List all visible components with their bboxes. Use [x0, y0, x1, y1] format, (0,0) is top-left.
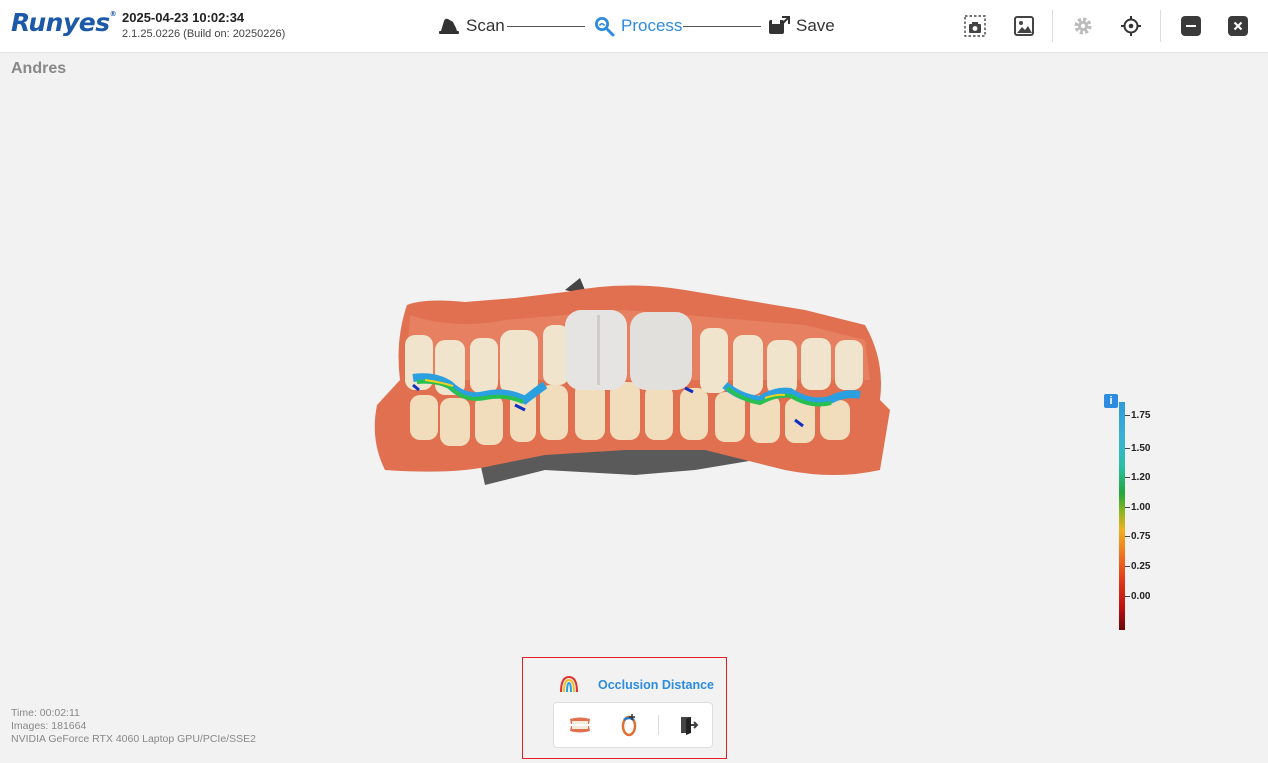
scale-label: 0.25: [1131, 561, 1151, 572]
toolbar-divider: [1160, 10, 1161, 42]
step-scan-label: Scan: [466, 16, 505, 35]
session-datetime: 2025-04-23 10:02:34: [122, 10, 245, 25]
close-icon[interactable]: [1227, 15, 1249, 37]
occlusion-distance-title: Occlusion Distance: [598, 678, 715, 692]
patient-name: Andres: [11, 60, 67, 77]
process-search-icon: [593, 15, 615, 37]
scale-label: 1.75: [1131, 410, 1151, 421]
target-icon[interactable]: [1120, 15, 1142, 37]
step-connector: [683, 26, 761, 27]
scan-status-info: Time: 00:02:11 Images: 181664 NVIDIA GeF…: [11, 707, 256, 746]
settings-icon[interactable]: [1072, 15, 1094, 37]
scale-tick: [1125, 477, 1130, 478]
info-icon[interactable]: i: [1104, 394, 1118, 408]
occlusion-distance-panel: Occlusion Distance: [522, 657, 727, 759]
scale-label: 1.20: [1131, 472, 1151, 483]
scale-tick: [1125, 536, 1130, 537]
scan-time: Time: 00:02:11: [11, 707, 80, 719]
toolbar-divider: [1052, 10, 1053, 42]
step-scan[interactable]: Scan: [438, 14, 505, 38]
save-export-icon: [768, 16, 790, 36]
software-version: 2.1.25.0226 (Build on: 20250226): [122, 28, 286, 40]
occlusion-arch-icon: [559, 675, 579, 698]
step-process[interactable]: Process: [593, 14, 682, 38]
top-bar: Runyes® 2025-04-23 10:02:34 2.1.25.0226 …: [0, 0, 1268, 52]
scale-tick: [1125, 507, 1130, 508]
step-save[interactable]: Save: [768, 14, 835, 38]
occlusion-toolbar: [553, 702, 713, 748]
runyes-logo: Runyes®: [11, 8, 117, 37]
scale-label: 1.50: [1131, 443, 1151, 454]
scale-label: 1.00: [1131, 502, 1151, 513]
scale-tick: [1125, 596, 1130, 597]
step-save-label: Save: [796, 16, 835, 35]
gallery-icon[interactable]: [1013, 15, 1035, 37]
toolbar-divider: [658, 715, 659, 735]
exit-icon[interactable]: [677, 713, 701, 737]
gpu-info: NVIDIA GeForce RTX 4060 Laptop GPU/PCIe/…: [11, 733, 256, 745]
scale-tick: [1125, 448, 1130, 449]
screenshot-icon[interactable]: [964, 15, 986, 37]
scanner-icon: [438, 17, 460, 35]
occlusion-view-icon[interactable]: [568, 713, 592, 737]
scale-tick: [1125, 566, 1130, 567]
step-process-label: Process: [621, 16, 683, 35]
scale-label: 0.75: [1131, 531, 1151, 542]
scale-tick: [1125, 415, 1130, 416]
occlusion-color-scale: i 1.75 1.50 1.20 1.00 0.75 0.25 0.00: [1100, 394, 1170, 634]
minimize-icon[interactable]: [1180, 15, 1202, 37]
scale-label: 0.00: [1131, 591, 1151, 602]
bite-rotate-icon[interactable]: [617, 713, 641, 737]
logo-registered-mark: ®: [109, 10, 117, 18]
logo-text: Runyes: [11, 8, 110, 37]
image-count: Images: 181664: [11, 720, 87, 732]
dental-scan-model[interactable]: [365, 270, 900, 490]
step-connector: [507, 26, 585, 27]
